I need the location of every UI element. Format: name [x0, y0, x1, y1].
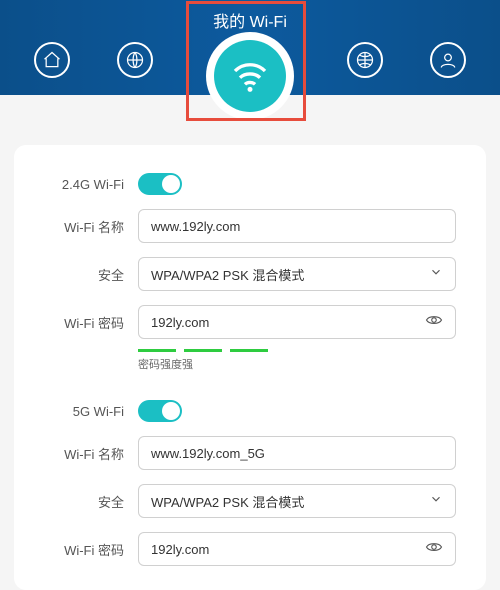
label-5g: 5G Wi-Fi — [44, 404, 138, 419]
eye-icon[interactable] — [425, 311, 443, 334]
eye-icon[interactable] — [425, 538, 443, 561]
toggle-24g[interactable] — [138, 173, 182, 195]
wifi-hero-circle[interactable] — [206, 32, 294, 120]
label-24g-password: Wi-Fi 密码 — [44, 313, 138, 332]
input-24g-password[interactable] — [138, 305, 456, 339]
wifi-icon — [230, 56, 270, 96]
input-5g-password[interactable] — [138, 532, 456, 566]
page-title: 我的 Wi-Fi — [213, 8, 287, 32]
input-5g-name[interactable] — [138, 436, 456, 470]
label-24g-name: Wi-Fi 名称 — [44, 217, 138, 236]
chevron-down-icon — [429, 265, 443, 284]
wifi-settings-card: 2.4G Wi-Fi Wi-Fi 名称 安全 WPA/WPA2 PSK 混合模式… — [14, 145, 486, 590]
label-24g: 2.4G Wi-Fi — [44, 177, 138, 192]
select-24g-security[interactable]: WPA/WPA2 PSK 混合模式 — [138, 257, 456, 291]
select-5g-security[interactable]: WPA/WPA2 PSK 混合模式 — [138, 484, 456, 518]
password-strength-meter — [138, 349, 456, 352]
label-5g-password: Wi-Fi 密码 — [44, 540, 138, 559]
chevron-down-icon — [429, 492, 443, 511]
network-icon[interactable] — [347, 42, 383, 78]
home-icon[interactable] — [34, 42, 70, 78]
label-5g-security: 安全 — [44, 492, 138, 511]
toggle-5g[interactable] — [138, 400, 182, 422]
label-24g-security: 安全 — [44, 265, 138, 284]
password-strength-label: 密码强度强 — [138, 356, 456, 372]
user-icon[interactable] — [430, 42, 466, 78]
globe-icon[interactable] — [117, 42, 153, 78]
label-5g-name: Wi-Fi 名称 — [44, 444, 138, 463]
input-24g-name[interactable] — [138, 209, 456, 243]
